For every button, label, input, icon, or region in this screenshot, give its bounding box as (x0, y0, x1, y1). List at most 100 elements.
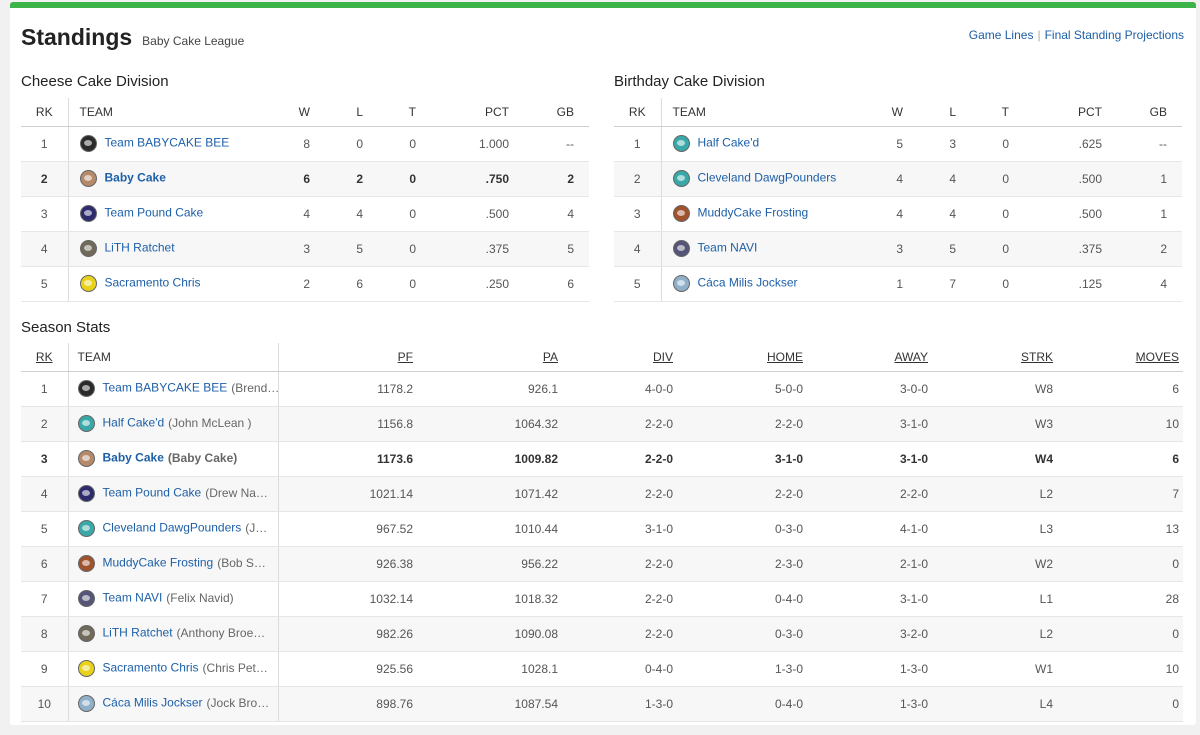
table-row: 2 Half Cake'd (John McLean ) 1156.8 1064.32 2… (21, 406, 1183, 442)
moves-cell: 13 (1053, 511, 1183, 547)
team-link[interactable]: Cáca Milis Jockser (698, 276, 798, 290)
streak-cell: W8 (928, 371, 1053, 407)
division-record-cell: 2-2-0 (558, 616, 673, 652)
gb-cell: 2 (509, 161, 589, 197)
home-record-cell: 5-0-0 (673, 371, 803, 407)
rank-cell: 5 (21, 511, 69, 547)
moves-cell: 6 (1053, 371, 1183, 407)
col-gb: GB (509, 98, 589, 127)
link-separator: | (1037, 28, 1041, 42)
col-w: W (851, 98, 903, 127)
gb-cell: -- (509, 126, 589, 162)
team-link[interactable]: Cleveland DawgPounders (103, 521, 242, 535)
bunny-icon (77, 450, 95, 467)
table-row: 7 Team NAVI (Felix Navid) 1032.14 1018.32 2-2… (21, 581, 1183, 617)
team-link[interactable]: LiTH Ratchet (103, 626, 173, 640)
wins-cell: 4 (851, 196, 903, 232)
col-gb: GB (1102, 98, 1182, 127)
team-cell: LiTH Ratchet (Anthony Broe… (68, 616, 279, 652)
col-pct: PCT (1009, 98, 1102, 127)
rank-cell: 3 (21, 441, 69, 477)
away-record-cell: 3-2-0 (803, 616, 928, 652)
table-row: 1 Team BABYCAKE BEE (Brend… 1178.2 926.1 4-0-… (21, 371, 1183, 407)
sort-pf[interactable]: PF (278, 343, 413, 372)
cake-icon (672, 205, 690, 222)
points-against-cell: 1010.44 (413, 511, 558, 547)
pct-cell: .500 (1009, 196, 1102, 232)
season-stats-table: RK TEAM PF PA DIV HOME AWAY STRK MOVES 1… (21, 343, 1183, 722)
col-w: W (258, 98, 310, 127)
home-record-cell: 1-3-0 (673, 651, 803, 687)
rank-cell: 10 (21, 686, 69, 722)
wins-cell: 2 (258, 266, 310, 302)
streak-cell: W3 (928, 406, 1053, 442)
away-record-cell: 3-1-0 (803, 406, 928, 442)
owner-name: (Brend… (231, 380, 278, 395)
team-link[interactable]: Cáca Milis Jockser (103, 696, 203, 710)
sort-rk[interactable]: RK (21, 343, 69, 372)
team-link[interactable]: MuddyCake Frosting (698, 206, 809, 220)
team-link[interactable]: Half Cake'd (698, 136, 760, 150)
sort-pa[interactable]: PA (413, 343, 558, 372)
ties-cell: 0 (956, 126, 1009, 162)
division-title-birthday: Birthday Cake Division (614, 73, 765, 90)
team-link[interactable]: Team Pound Cake (105, 206, 204, 220)
team-cell: Cáca Milis Jockser (Jock Bro… (68, 686, 279, 722)
streak-cell: L4 (928, 686, 1053, 722)
points-against-cell: 926.1 (413, 371, 558, 407)
moves-cell: 6 (1053, 441, 1183, 477)
division-record-cell: 2-2-0 (558, 581, 673, 617)
points-against-cell: 1028.1 (413, 651, 558, 687)
top-links: Game Lines | Final Standing Projections (969, 28, 1184, 42)
team-link[interactable]: Half Cake'd (103, 416, 165, 430)
losses-cell: 4 (310, 196, 363, 232)
team-cell: Team BABYCAKE BEE (Brend… (68, 371, 279, 407)
team-link[interactable]: Team NAVI (103, 591, 163, 605)
rank-cell: 1 (21, 126, 69, 162)
pct-cell: .250 (416, 266, 509, 302)
game-lines-link[interactable]: Game Lines (969, 28, 1034, 42)
losses-cell: 5 (310, 231, 363, 267)
ball-icon (672, 275, 690, 292)
ball-icon (77, 695, 95, 712)
team-link[interactable]: Team Pound Cake (103, 486, 202, 500)
team-link[interactable]: Baby Cake (103, 451, 164, 465)
streak-cell: W4 (928, 441, 1053, 477)
owner-name: (Chris Pet… (202, 660, 268, 675)
bee-helmet-icon (77, 380, 95, 397)
final-standing-projections-link[interactable]: Final Standing Projections (1045, 28, 1184, 42)
col-l: L (310, 98, 363, 127)
team-link[interactable]: LiTH Ratchet (105, 241, 175, 255)
points-against-cell: 1009.82 (413, 441, 558, 477)
moves-cell: 0 (1053, 616, 1183, 652)
team-cell: Half Cake'd (661, 126, 851, 162)
pct-cell: .750 (416, 161, 509, 197)
team-link[interactable]: Cleveland DawgPounders (698, 171, 837, 185)
team-cell: Team NAVI (661, 231, 851, 267)
losses-cell: 6 (310, 266, 363, 302)
streak-cell: L3 (928, 511, 1053, 547)
sort-strk[interactable]: STRK (928, 343, 1053, 372)
sort-home[interactable]: HOME (673, 343, 803, 372)
table-row: 5 Sacramento Chris 2 6 0.250 6 (21, 266, 589, 302)
home-record-cell: 0-4-0 (673, 581, 803, 617)
team-link[interactable]: Team BABYCAKE BEE (103, 381, 228, 395)
team-link[interactable]: Sacramento Chris (103, 661, 199, 675)
team-link[interactable]: Team NAVI (698, 241, 758, 255)
team-link[interactable]: Sacramento Chris (105, 276, 201, 290)
owner-name: (Drew Na… (205, 485, 268, 500)
pct-cell: 1.000 (416, 126, 509, 162)
away-record-cell: 3-1-0 (803, 441, 928, 477)
team-link[interactable]: Baby Cake (105, 171, 166, 185)
team-link[interactable]: MuddyCake Frosting (103, 556, 214, 570)
away-record-cell: 1-3-0 (803, 651, 928, 687)
gb-cell: 5 (509, 231, 589, 267)
page-header: Standings Baby Cake League (21, 24, 244, 51)
team-link[interactable]: Team BABYCAKE BEE (105, 136, 230, 150)
table-row: 9 Sacramento Chris (Chris Pet… 925.56 1028.1… (21, 651, 1183, 687)
sort-div[interactable]: DIV (558, 343, 673, 372)
streak-cell: L2 (928, 476, 1053, 512)
sort-away[interactable]: AWAY (803, 343, 928, 372)
points-against-cell: 1064.32 (413, 406, 558, 442)
sort-moves[interactable]: MOVES (1053, 343, 1183, 372)
